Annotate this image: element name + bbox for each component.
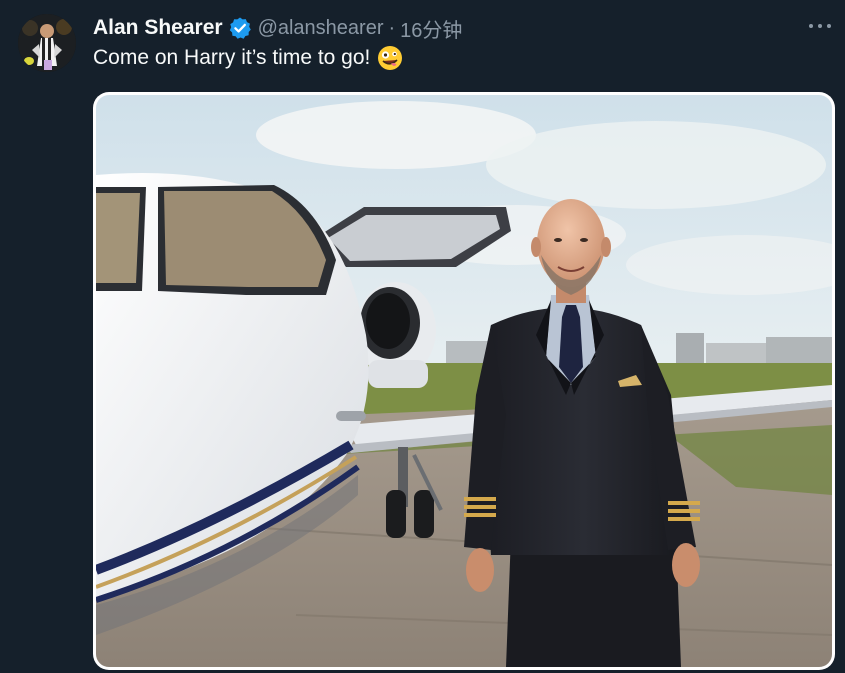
more-dot: [818, 24, 822, 28]
tweet-media[interactable]: [93, 92, 835, 670]
more-dot: [809, 24, 813, 28]
zany-face-emoji: [377, 45, 403, 71]
tweet-card[interactable]: Alan Shearer @alanshearer · 16分钟 Come on…: [0, 0, 845, 673]
separator-dot: ·: [388, 16, 396, 39]
user-handle[interactable]: @alanshearer: [258, 17, 384, 40]
tweet-body: Come on Harry it’s time to go!: [93, 46, 371, 69]
photo-pilot-with-private-jet: [96, 95, 832, 667]
avatar[interactable]: [18, 14, 76, 72]
more-options-icon[interactable]: [809, 18, 831, 34]
verified-badge-icon: [228, 16, 252, 40]
timestamp[interactable]: 16分钟: [400, 14, 462, 43]
tweet-text: Come on Harry it’s time to go!: [93, 44, 403, 72]
avatar-image: [18, 14, 76, 72]
tweet-header: Alan Shearer @alanshearer · 16分钟: [93, 14, 462, 42]
display-name[interactable]: Alan Shearer: [93, 16, 223, 40]
more-dot: [827, 24, 831, 28]
